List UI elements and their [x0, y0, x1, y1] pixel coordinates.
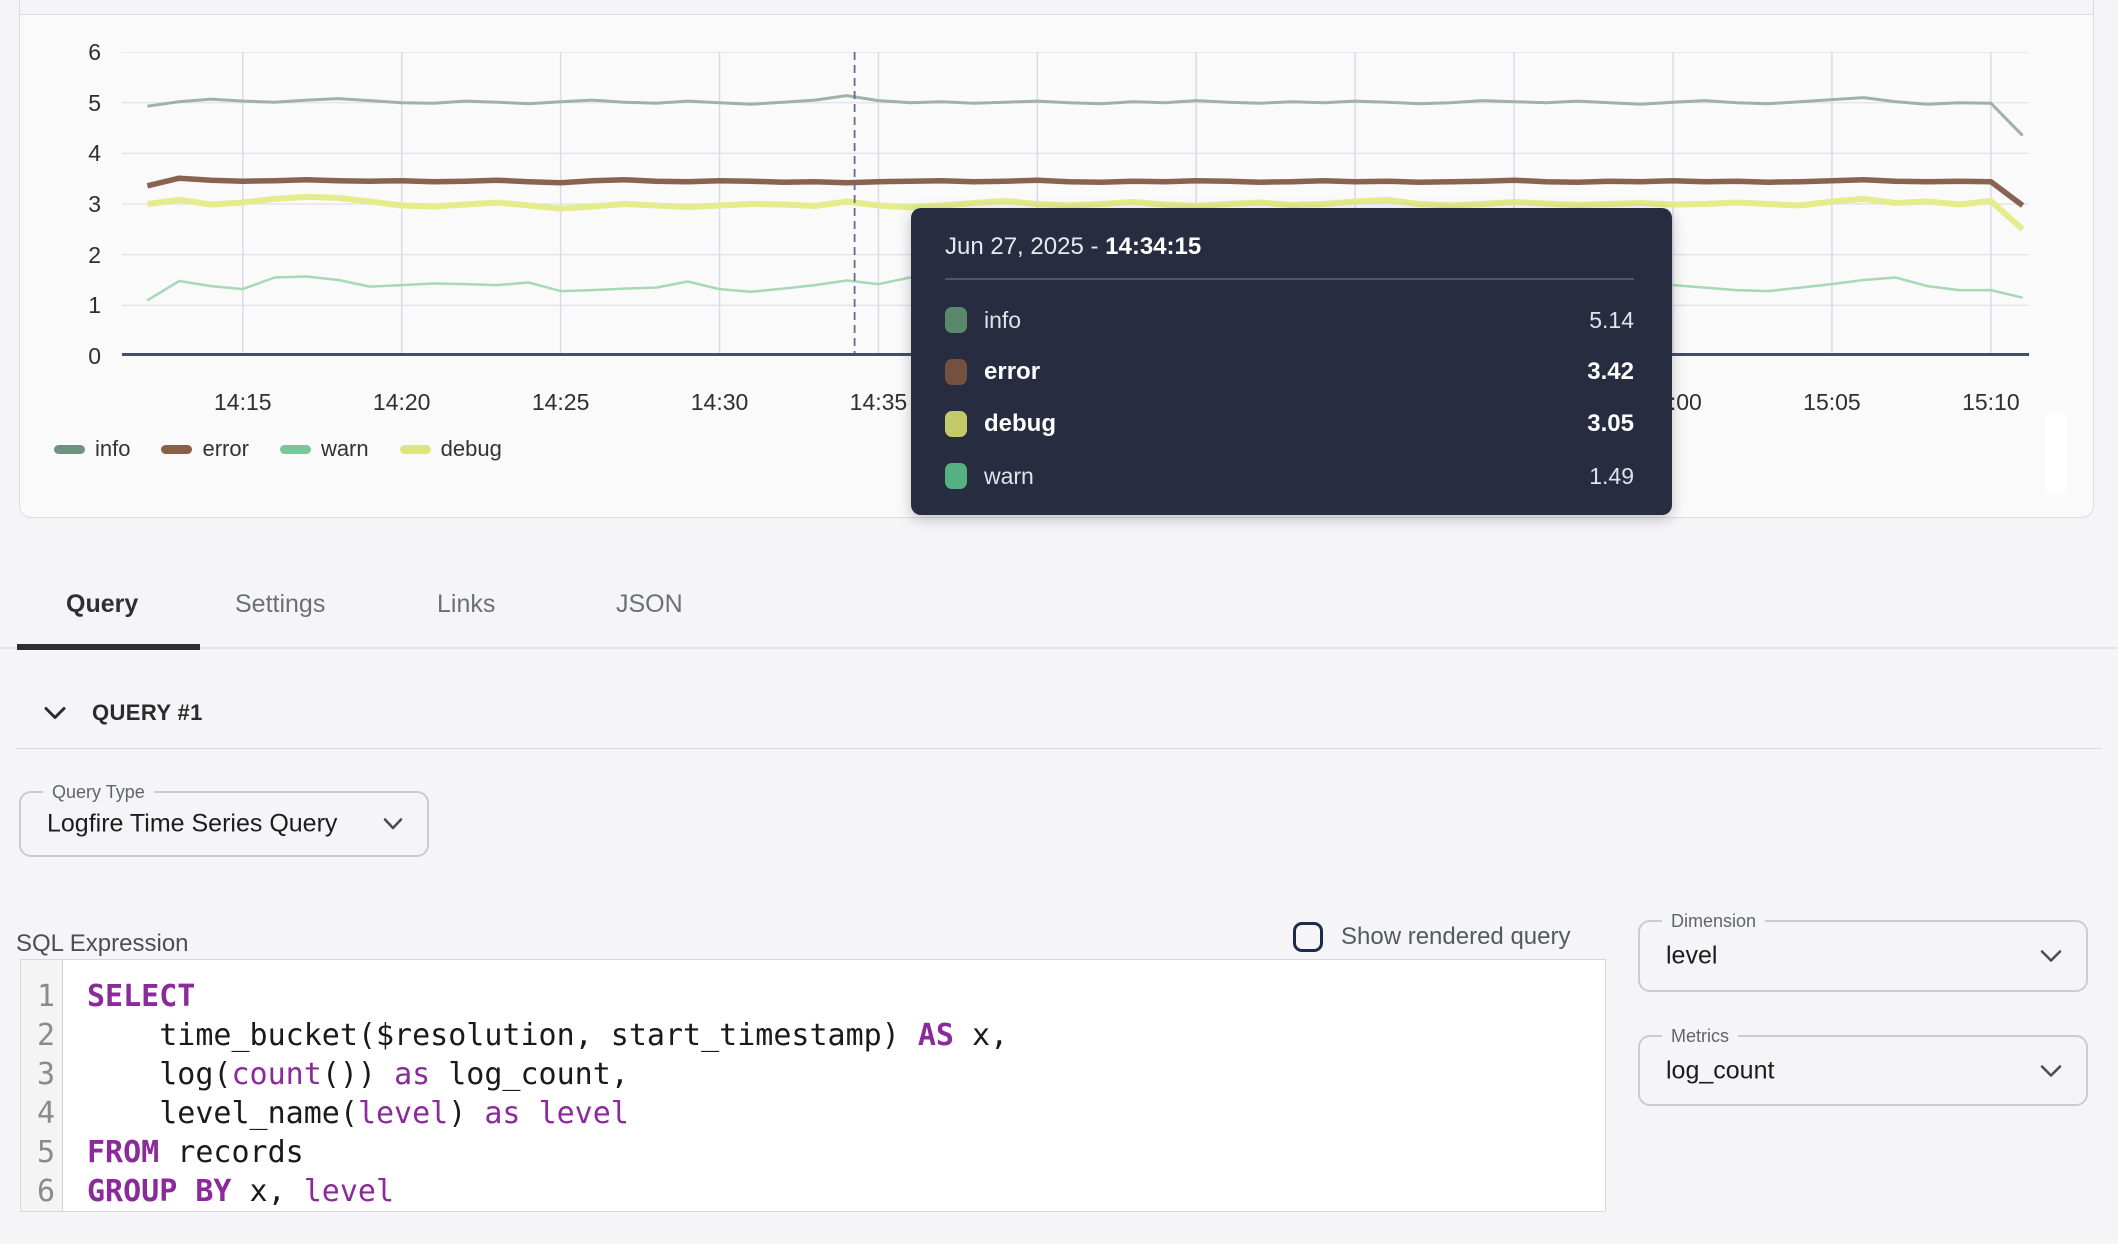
- sql-code-editor[interactable]: 123456 SELECT time_bucket($resolution, s…: [20, 959, 1606, 1212]
- legend-swatch-debug: [400, 445, 431, 454]
- card-border-stub-right: [2093, 0, 2094, 14]
- metrics-label: Metrics: [1662, 1025, 1738, 1047]
- y-tick-label: 0: [41, 342, 101, 370]
- show-rendered-query-checkbox[interactable]: [1293, 922, 1323, 952]
- chart-legend: info error warn debug: [54, 436, 502, 462]
- tab-json[interactable]: JSON: [616, 588, 683, 620]
- tab-links[interactable]: Links: [437, 588, 495, 620]
- metrics-select[interactable]: Metrics log_count: [1638, 1035, 2088, 1106]
- y-tick-label: 5: [41, 89, 101, 117]
- tooltip-rows: info 5.14 error 3.42 debug 3.05 warn 1.4…: [945, 294, 1634, 502]
- chart-tooltip: Jun 27, 2025 - 14:34:15 info 5.14 error …: [911, 208, 1672, 515]
- y-tick-label: 4: [41, 139, 101, 167]
- y-tick-label: 1: [41, 291, 101, 319]
- x-tick-label: 15:10: [1946, 388, 2036, 416]
- x-tick-label: 14:15: [198, 388, 288, 416]
- card-border-stub-left: [19, 0, 20, 14]
- editor-line-number-gutter: 123456: [21, 960, 63, 1211]
- x-tick-label: 14:35: [833, 388, 923, 416]
- chevron-down-icon: [2040, 949, 2062, 963]
- series-color-chip: [945, 463, 967, 489]
- legend-label: warn: [321, 436, 369, 462]
- code-line: log(count()) as log_count,: [87, 1055, 1605, 1094]
- x-tick-label: 14:30: [675, 388, 765, 416]
- active-tab-underline: [17, 644, 200, 650]
- scrollbar-thumb[interactable]: [2045, 413, 2067, 493]
- show-rendered-query-control: Show rendered query: [1293, 922, 1570, 952]
- dimension-value: level: [1666, 942, 1717, 971]
- tab-bar: Query Settings Links JSON: [0, 585, 2118, 651]
- dimension-select[interactable]: Dimension level: [1638, 920, 2088, 992]
- tooltip-row-warn: warn 1.49: [945, 450, 1634, 502]
- code-line: GROUP BY x, level: [87, 1172, 1605, 1211]
- tab-settings[interactable]: Settings: [235, 588, 325, 620]
- legend-swatch-warn: [280, 445, 311, 454]
- code-line: time_bucket($resolution, start_timestamp…: [87, 1016, 1605, 1055]
- y-tick-label: 6: [41, 38, 101, 66]
- code-line: level_name(level) as level: [87, 1094, 1605, 1133]
- legend-label: info: [95, 436, 130, 462]
- section-divider: [16, 748, 2102, 749]
- legend-item-info[interactable]: info: [54, 436, 130, 462]
- y-tick-label: 2: [41, 241, 101, 269]
- editor-code-area[interactable]: SELECT time_bucket($resolution, start_ti…: [63, 960, 1605, 1211]
- tooltip-row-debug: debug 3.05: [945, 398, 1634, 450]
- legend-item-warn[interactable]: warn: [280, 436, 369, 462]
- tooltip-row-error: error 3.42: [945, 346, 1634, 398]
- x-tick-label: 15:05: [1787, 388, 1877, 416]
- chevron-down-icon: [383, 818, 403, 831]
- legend-swatch-error: [161, 445, 192, 454]
- legend-item-debug[interactable]: debug: [400, 436, 502, 462]
- panel-editor-page: 6543210 14:1514:2014:2514:3014:3514:4014…: [0, 0, 2118, 1244]
- query-type-value: Logfire Time Series Query: [47, 810, 337, 839]
- legend-swatch-info: [54, 445, 85, 454]
- legend-label: debug: [441, 436, 502, 462]
- query-section-header[interactable]: QUERY #1: [44, 700, 203, 726]
- tab-query[interactable]: Query: [66, 588, 138, 620]
- chevron-down-icon: [44, 706, 66, 720]
- series-line-info: [147, 96, 2022, 136]
- metrics-value: log_count: [1666, 1056, 1774, 1085]
- chevron-down-icon: [2040, 1064, 2062, 1078]
- tab-underline-track: [0, 647, 2118, 649]
- legend-item-error[interactable]: error: [161, 436, 248, 462]
- y-tick-label: 3: [41, 190, 101, 218]
- time-series-chart-card: 6543210 14:1514:2014:2514:3014:3514:4014…: [19, 14, 2094, 518]
- x-tick-label: 14:25: [516, 388, 606, 416]
- series-color-chip: [945, 359, 967, 385]
- series-color-chip: [945, 307, 967, 333]
- dimension-label: Dimension: [1662, 910, 1765, 932]
- show-rendered-query-label[interactable]: Show rendered query: [1341, 923, 1570, 951]
- code-line: FROM records: [87, 1133, 1605, 1172]
- tooltip-timestamp: Jun 27, 2025 - 14:34:15: [945, 232, 1634, 262]
- query-section-title: QUERY #1: [92, 700, 203, 726]
- sql-expression-label: SQL Expression: [16, 930, 189, 958]
- tooltip-row-info: info 5.14: [945, 294, 1634, 346]
- query-type-label: Query Type: [43, 781, 154, 803]
- query-type-select[interactable]: Query Type Logfire Time Series Query: [19, 791, 429, 857]
- series-color-chip: [945, 411, 967, 437]
- legend-label: error: [202, 436, 248, 462]
- x-tick-label: 14:20: [357, 388, 447, 416]
- code-line: SELECT: [87, 977, 1605, 1016]
- tooltip-divider: [945, 278, 1634, 280]
